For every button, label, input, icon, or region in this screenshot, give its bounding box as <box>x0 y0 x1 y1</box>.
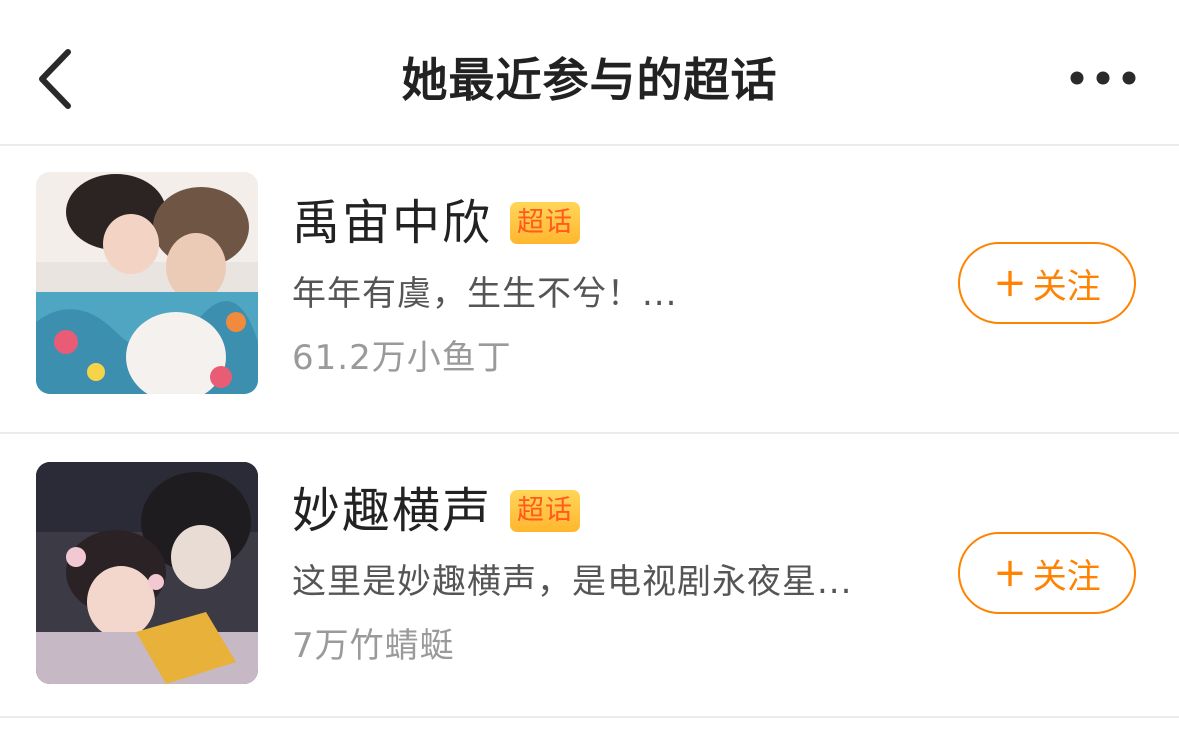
topic-name[interactable]: 禹宙中欣 <box>292 192 492 254</box>
topic-description: 这里是妙趣横声，是电视剧永夜星... <box>292 562 853 602</box>
follow-button[interactable]: + 关注 <box>958 242 1136 324</box>
topic-title-line: 禹宙中欣 超话 <box>292 192 581 254</box>
topic-avatar[interactable] <box>36 172 258 394</box>
more-horizontal-icon <box>1070 71 1136 85</box>
topic-row[interactable]: 妙趣横声 超话 这里是妙趣横声，是电视剧永夜星... 7万竹蜻蜓 + 关注 <box>0 434 1179 718</box>
topic-followers: 61.2万小鱼丁 <box>292 338 512 378</box>
page-title: 她最近参与的超话 <box>401 53 778 107</box>
topic-avatar[interactable] <box>36 462 258 684</box>
topic-followers: 7万竹蜻蜓 <box>292 626 455 666</box>
topic-title-line: 妙趣横声 超话 <box>292 480 581 542</box>
follow-button-label: 关注 <box>1032 556 1101 597</box>
supertopic-badge: 超话 <box>510 490 581 532</box>
plus-icon: + <box>993 260 1027 306</box>
plus-icon: + <box>993 550 1027 596</box>
follow-button[interactable]: + 关注 <box>958 532 1136 614</box>
more-button[interactable] <box>1066 68 1140 88</box>
nav-bar: 她最近参与的超话 <box>0 0 1179 146</box>
follow-button-label: 关注 <box>1032 266 1101 307</box>
topic-row[interactable]: 禹宙中欣 超话 年年有虞，生生不兮！... 61.2万小鱼丁 + 关注 <box>0 146 1179 434</box>
supertopic-badge: 超话 <box>510 202 581 244</box>
topic-description: 年年有虞，生生不兮！... <box>292 274 678 314</box>
topic-name[interactable]: 妙趣横声 <box>292 480 492 542</box>
